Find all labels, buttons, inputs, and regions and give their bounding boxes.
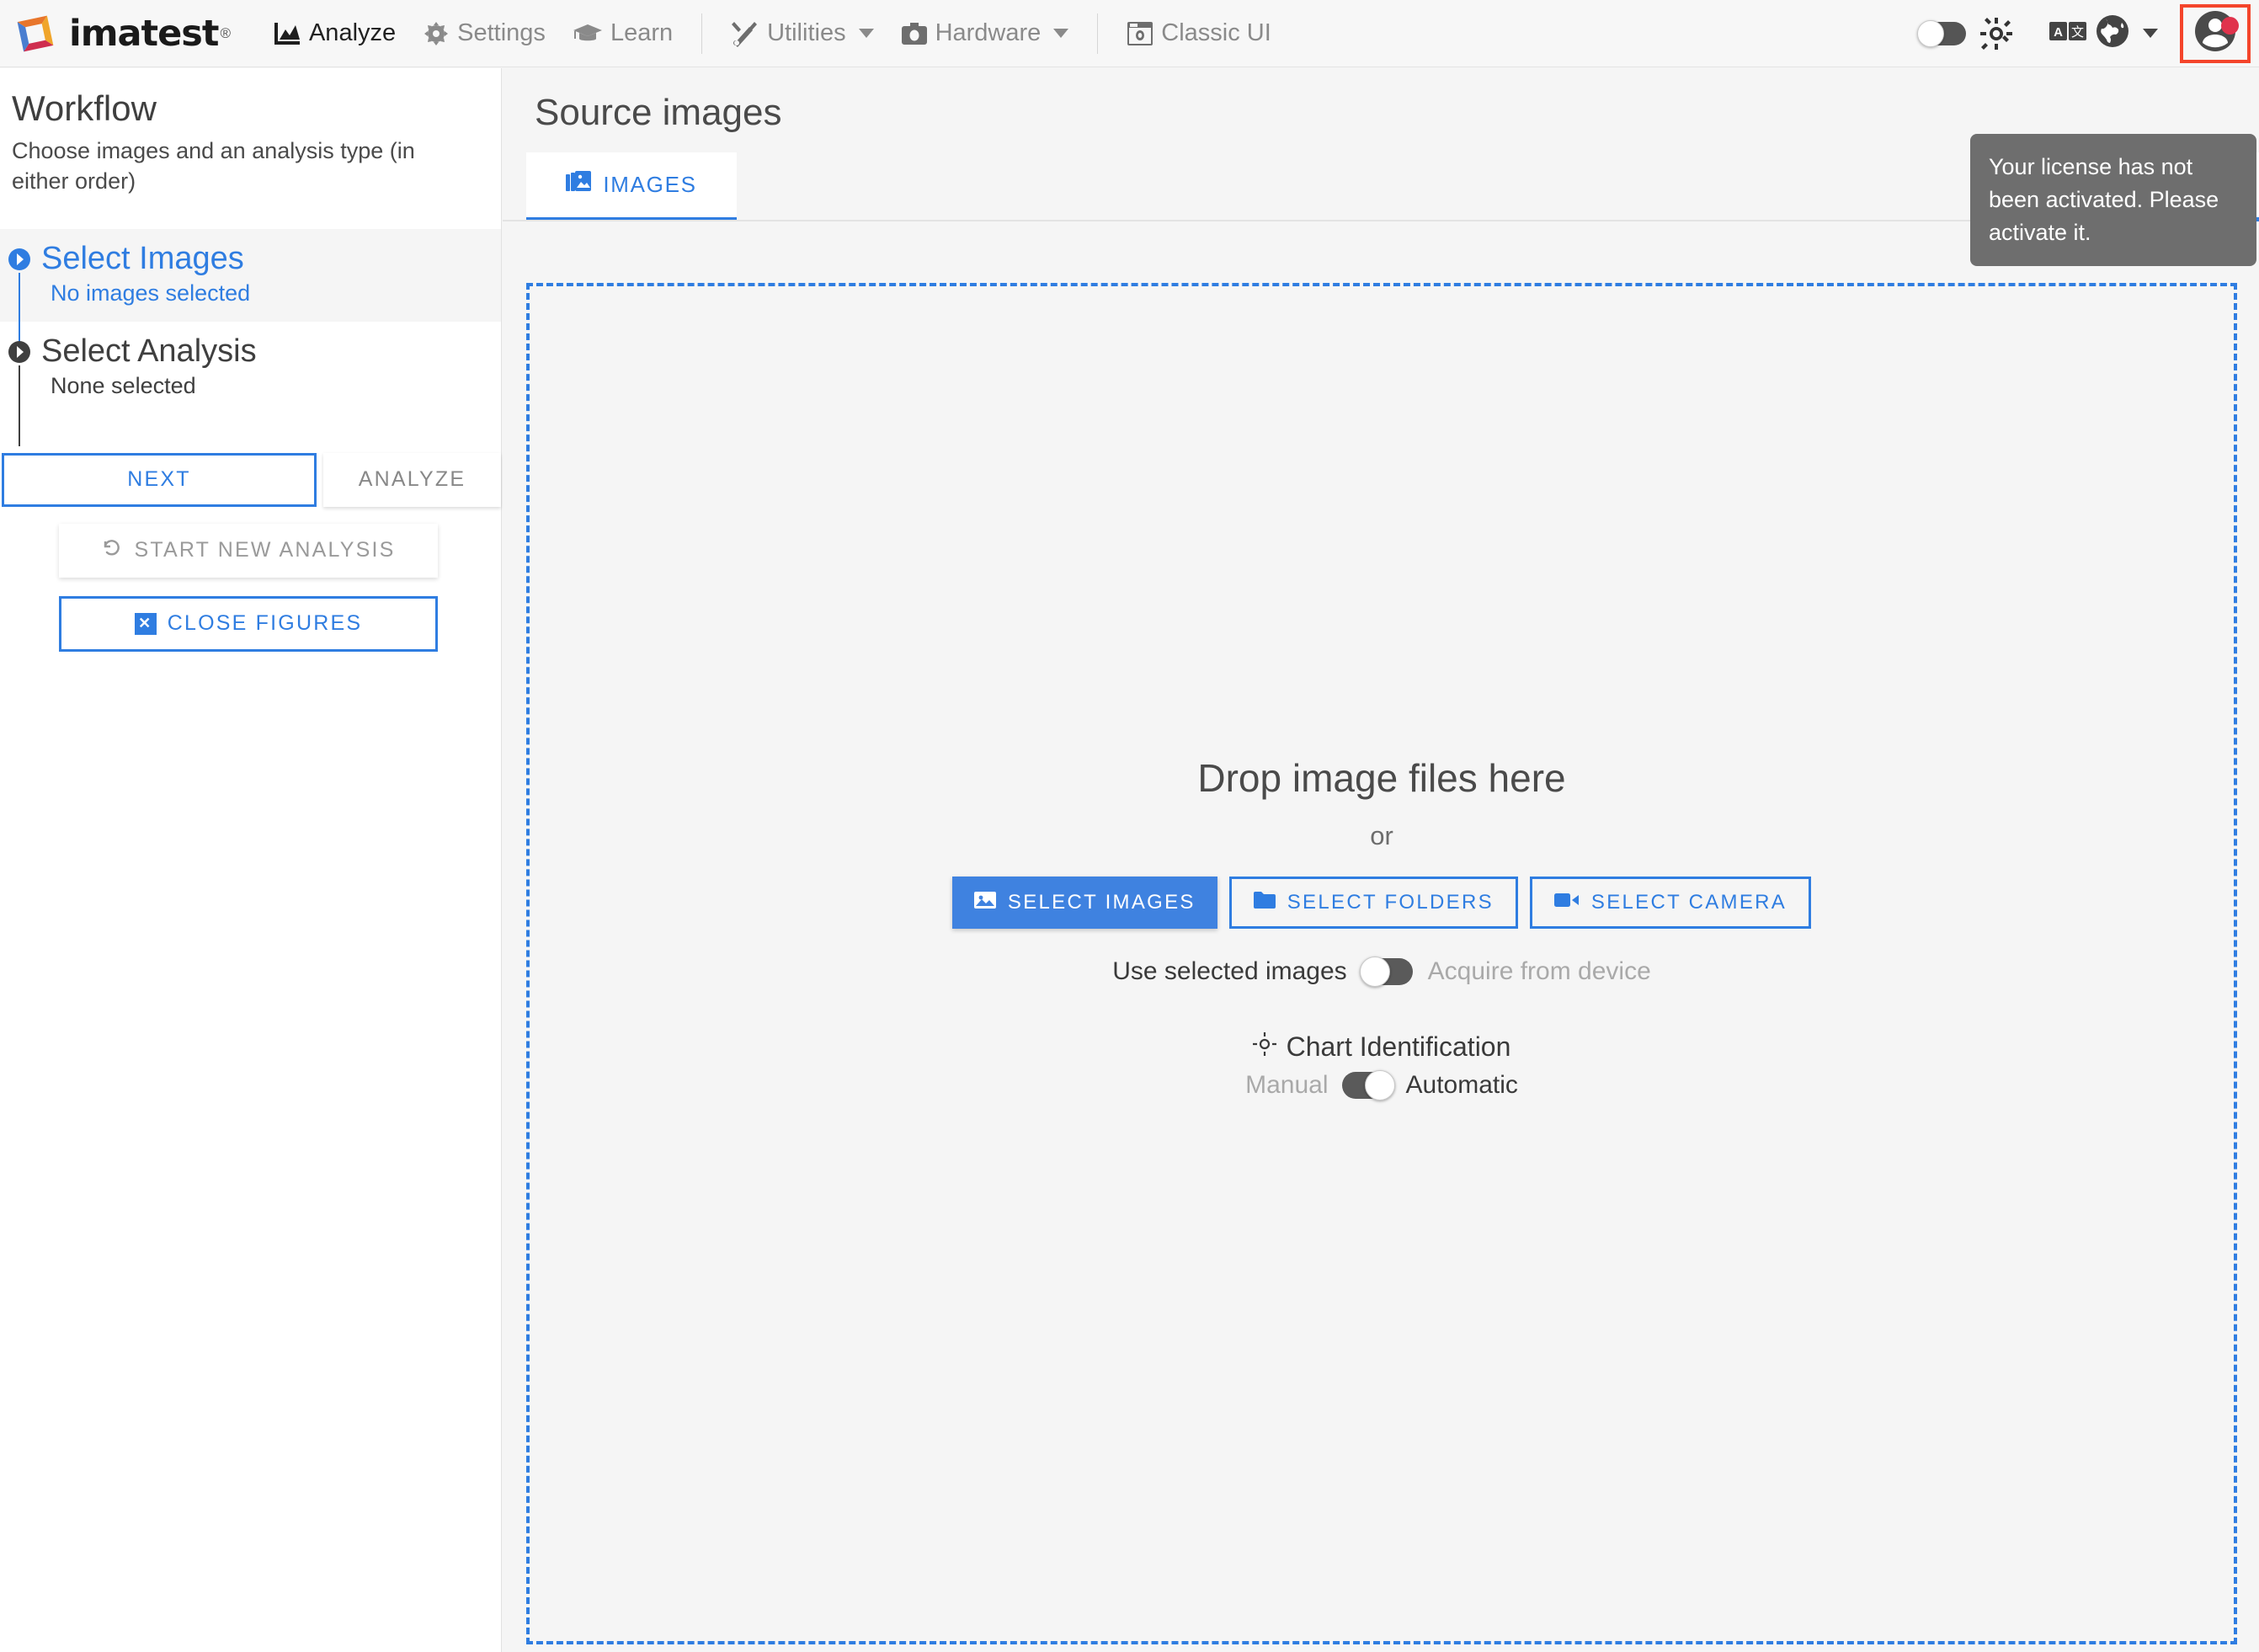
crosshair-icon [1252,1031,1276,1063]
dropzone-title: Drop image files here [1197,756,1566,800]
chevron-right-circle-icon [8,340,31,364]
workflow-action-row: NEXT ANALYZE [0,452,501,507]
nav-item-hardware[interactable]: Hardware [887,0,1083,67]
button-label: SELECT FOLDERS [1287,891,1494,914]
button-label: START NEW ANALYSIS [134,538,396,562]
chart-identification-toggle-row: Manual Automatic [1245,1070,1518,1100]
sidebar-step-select-analysis[interactable]: Select Analysis None selected [0,322,501,446]
workflow-sidebar: Workflow Choose images and an analysis t… [0,68,502,1652]
sun-icon[interactable] [1979,17,2013,51]
svg-text:A: A [2054,25,2063,40]
button-label: CLOSE FIGURES [167,611,363,636]
next-button[interactable]: NEXT [2,452,317,507]
main-content-area: Source images IMAGES Your license has no… [503,68,2259,1652]
tab-bar: IMAGES Your license has not been activat… [503,134,2259,267]
nav-item-label: Classic UI [1161,19,1271,46]
dark-mode-toggle[interactable] [1917,19,1966,47]
nav-group-primary: Analyze Settings Learn [259,0,686,67]
nav-item-settings[interactable]: Settings [409,0,559,67]
chevron-down-icon [2143,29,2158,38]
folder-icon [1253,891,1276,915]
page-subtitle: Choose images and an analysis type (in e… [12,138,415,195]
nav-item-label: Learn [610,19,674,46]
select-camera-button[interactable]: SELECT CAMERA [1529,877,1812,929]
translate-icon: A 文 [2049,19,2087,48]
video-camera-icon [1553,891,1580,914]
step-connector-line [19,365,20,446]
toggle-knob [1359,957,1390,987]
tab-images[interactable]: IMAGES [526,152,737,221]
image-dropzone[interactable]: Drop image files here or SELECT IMAGES S… [526,283,2237,1644]
graduation-cap-icon [573,22,603,45]
license-toast: Your license has not been activated. Ple… [1970,134,2256,267]
brand-logo[interactable]: imatest ® [12,10,231,57]
image-source-toggle-row: Use selected images Acquire from device [1112,957,1651,987]
image-source-toggle[interactable] [1359,957,1413,987]
notification-badge [2221,16,2239,35]
nav-right-controls: A 文 [1917,0,2259,67]
top-navigation-bar: imatest ® Analyze Settings Learn Utiliti… [0,0,2259,67]
nav-item-classic-ui[interactable]: Classic UI [1113,0,1285,67]
chart-identification-section: Chart Identification Manual Automatic [1245,1031,1518,1100]
sidebar-step-subtitle: None selected [51,372,196,398]
nav-group-secondary: Utilities Hardware [717,0,1082,67]
image-icon [973,890,996,916]
chevron-right-circle-icon [8,248,31,271]
imatest-logo-icon [12,10,59,57]
select-folders-button[interactable]: SELECT FOLDERS [1228,877,1518,929]
select-images-button[interactable]: SELECT IMAGES [951,877,1217,929]
dropzone-button-row: SELECT IMAGES SELECT FOLDERS SELECT CAME… [951,877,1812,929]
tools-icon [731,20,759,47]
sidebar-step-select-images[interactable]: Select Images No images selected [0,228,501,347]
nav-item-label: Hardware [935,19,1042,46]
images-stack-icon [566,170,592,200]
main-title: Source images [535,92,782,133]
nav-divider-1 [701,13,703,54]
account-button[interactable] [2180,3,2251,63]
gear-icon [423,20,450,47]
nav-item-label: Settings [457,19,546,46]
chevron-down-icon [1053,29,1069,38]
page-title: Workflow [12,88,157,128]
close-figures-button[interactable]: ✕ CLOSE FIGURES [59,595,438,652]
source-toggle-left-label: Use selected images [1112,957,1347,985]
nav-item-utilities[interactable]: Utilities [717,0,887,67]
dropzone-or-label: or [1370,821,1393,850]
nav-item-label: Analyze [308,19,397,46]
nav-item-label: Utilities [767,19,846,46]
classic-window-icon [1127,21,1153,46]
tab-label: IMAGES [603,172,697,197]
globe-icon [2094,13,2131,54]
brand-registered-mark: ® [220,24,231,41]
undo-arrow-icon [101,537,123,563]
nav-item-analyze[interactable]: Analyze [259,0,409,67]
chevron-down-icon [858,29,874,38]
svg-text:文: 文 [2071,24,2084,40]
sidebar-step-title: Select Analysis [41,333,257,369]
toggle-knob [1364,1070,1395,1100]
chart-identification-title: Chart Identification [1286,1031,1511,1062]
language-selector[interactable]: A 文 [2049,13,2158,54]
sidebar-step-subtitle: No images selected [51,280,251,306]
chart-identification-title-row: Chart Identification [1252,1031,1511,1063]
sidebar-step-title: Select Images [41,240,244,276]
analyze-button[interactable]: ANALYZE [323,452,501,507]
button-label: SELECT IMAGES [1007,891,1196,914]
button-label: SELECT CAMERA [1590,891,1787,914]
start-new-analysis-button[interactable]: START NEW ANALYSIS [59,523,438,578]
chart-mountain-icon [273,21,301,46]
nav-divider-2 [1097,13,1099,54]
camera-icon [901,22,928,45]
chartid-right-label: Automatic [1405,1071,1518,1099]
nav-item-learn[interactable]: Learn [559,0,686,67]
chartid-left-label: Manual [1245,1071,1329,1099]
toast-message: Your license has not been activated. Ple… [1989,154,2219,246]
toggle-knob [1917,19,1944,47]
source-toggle-right-label: Acquire from device [1427,957,1651,985]
close-square-icon: ✕ [134,612,157,635]
brand-name: imatest [69,12,219,55]
chart-identification-toggle[interactable] [1341,1070,1395,1100]
